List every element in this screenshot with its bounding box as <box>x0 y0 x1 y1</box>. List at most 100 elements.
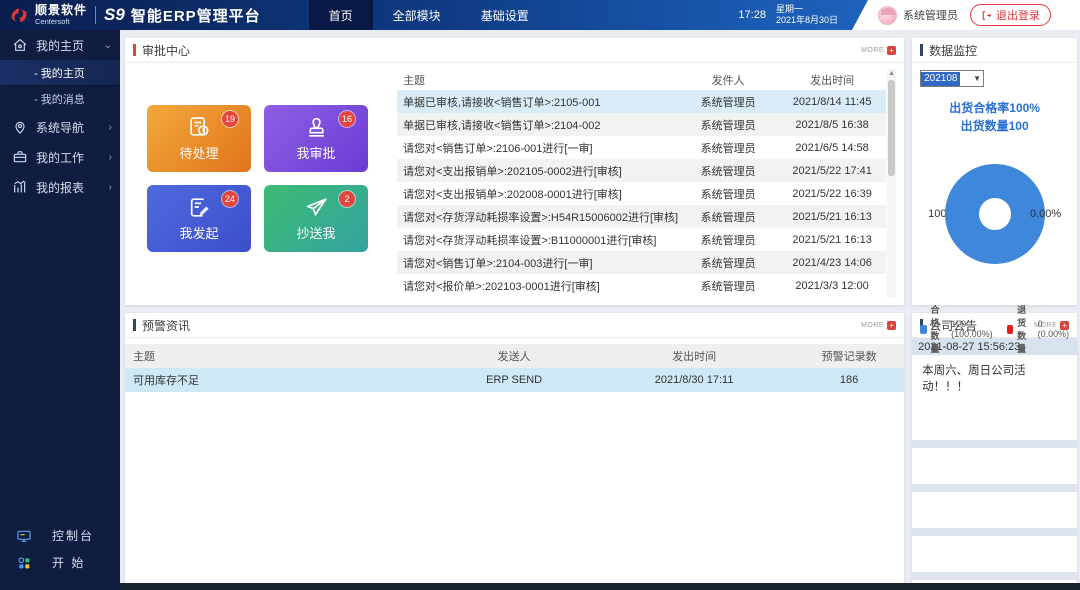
row-count: 186 <box>794 374 904 386</box>
row-time: 2021/5/21 16:13 <box>778 234 886 246</box>
badge-count: 19 <box>222 111 238 127</box>
more-plus-icon: + <box>887 46 896 55</box>
legend-item[interactable]: 退货数量 0 (0.00%) <box>1007 303 1070 355</box>
row-subject: 单据已审核,请接收<销售订单>:2105-001 <box>397 94 678 110</box>
sidebar-label: 我的主页 <box>36 37 84 54</box>
row-time: 2021/8/14 11:45 <box>778 96 886 108</box>
table-row[interactable]: 请您对<存货浮动耗损率设置>:H54R15006002进行[审核] 系统管理员 … <box>397 205 886 228</box>
logout-label: 退出登录 <box>996 7 1040 23</box>
chart-legend: 合格数量 100 (100.00%) 退货数量 0 (0.00%) <box>920 303 1069 355</box>
sidebar-item-start[interactable]: 开 始 <box>0 549 120 576</box>
legend-item[interactable]: 合格数量 100 (100.00%) <box>920 303 993 355</box>
sidebar-item-system-nav[interactable]: 系统导航 › <box>0 112 120 142</box>
sidebar-item-my-home[interactable]: 我的主页 ⌄ <box>0 30 120 60</box>
data-monitor-panel: 数据监控 202108 ▼ 出货合格率100% 出货数量100 100.00% … <box>912 38 1077 305</box>
logout-button[interactable]: 退出登录 <box>970 4 1051 26</box>
row-sender: 系统管理员 <box>678 232 778 248</box>
table-header: 主题 发送人 发出时间 预警记录数 <box>125 344 904 368</box>
nav-all-modules[interactable]: 全部模块 <box>373 0 461 30</box>
chevron-right-icon: › <box>109 122 112 133</box>
alert-rows: 可用库存不足 ERP SEND 2021/8/30 17:11 186 <box>125 368 904 392</box>
approval-rows: 单据已审核,请接收<销售订单>:2105-001 系统管理员 2021/8/14… <box>397 90 886 297</box>
badge-count: 24 <box>222 191 238 207</box>
header-accent <box>133 44 136 56</box>
tile-my-approvals[interactable]: 16 我审批 <box>264 105 368 172</box>
chevron-down-icon: ⌄ <box>104 40 112 51</box>
table-row[interactable]: 请您对<存货浮动耗损率设置>:B11000001进行[审核] 系统管理员 202… <box>397 228 886 251</box>
table-row[interactable]: 单据已审核,请接收<销售订单>:2104-002 系统管理员 2021/8/5 … <box>397 113 886 136</box>
table-row[interactable]: 可用库存不足 ERP SEND 2021/8/30 17:11 186 <box>125 368 904 392</box>
map-pin-icon <box>12 119 28 135</box>
row-sender: 系统管理员 <box>678 117 778 133</box>
sidebar-item-my-work[interactable]: 我的工作 › <box>0 142 120 172</box>
more-button[interactable]: MORE + <box>861 46 896 55</box>
table-row[interactable]: 请您对<销售订单>:2106-001进行[一审] 系统管理员 2021/6/5 … <box>397 136 886 159</box>
row-subject: 请您对<支出报销单>:202105-0002进行[审核] <box>397 163 678 179</box>
logo-title: 顺景软件 <box>35 4 87 16</box>
panel-title: 数据监控 <box>929 42 977 59</box>
scrollbar[interactable]: ▲ <box>887 69 896 297</box>
weekday: 星期一 <box>776 4 838 15</box>
table-row[interactable]: 单据已审核,请接收<销售订单>:2105-001 系统管理员 2021/8/14… <box>397 90 886 113</box>
row-sender: 系统管理员 <box>678 186 778 202</box>
row-sender: 系统管理员 <box>678 255 778 271</box>
donut-label-return: 0.00% <box>1030 208 1061 220</box>
divider <box>95 6 96 24</box>
app-logo: 顺景软件 Centersoft S9 智能ERP管理平台 <box>0 4 261 26</box>
tile-cc-to-me[interactable]: 2 抄送我 <box>264 185 368 252</box>
monitor-summary: 出货合格率100% 出货数量100 <box>920 99 1069 135</box>
more-button[interactable]: MORE + <box>861 321 896 330</box>
scroll-thumb[interactable] <box>888 80 895 176</box>
announcement-content: 本周六、周日公司活动！！！ <box>912 355 1077 404</box>
logo-subtitle: Centersoft <box>35 18 87 26</box>
table-row[interactable]: 请您对<报价单>:202103-0001进行[审核] 系统管理员 2021/3/… <box>397 274 886 297</box>
table-row[interactable]: 请您对<支出报销单>:202008-0001进行[审核] 系统管理员 2021/… <box>397 182 886 205</box>
sidebar-sub-my-home[interactable]: - 我的主页 <box>0 60 120 86</box>
nav-basic-settings[interactable]: 基础设置 <box>461 0 549 30</box>
more-label: MORE <box>861 47 884 54</box>
table-row[interactable]: 请您对<支出报销单>:202105-0002进行[审核] 系统管理员 2021/… <box>397 159 886 182</box>
table-row[interactable]: 请您对<销售订单>:2104-003进行[一审] 系统管理员 2021/4/23… <box>397 251 886 274</box>
period-select[interactable]: 202108 ▼ <box>920 70 984 87</box>
header-accent <box>920 44 923 56</box>
sidebar: 我的主页 ⌄ - 我的主页 - 我的消息 系统导航 › 我的工作 › 我的报表 … <box>0 30 120 590</box>
tile-label: 抄送我 <box>296 223 335 242</box>
user-area: 系统管理员 退出登录 <box>852 0 1080 30</box>
console-label: 控制台 <box>52 527 94 544</box>
more-plus-icon: + <box>887 321 896 330</box>
main-content: 审批中心 MORE + 19 待处理 16 我审批 <box>120 30 1080 583</box>
legend-value: 0 (0.00%) <box>1038 319 1070 339</box>
tile-initiated-by-me[interactable]: 24 我发起 <box>147 185 251 252</box>
row-subject: 请您对<销售订单>:2106-001进行[一审] <box>397 140 678 156</box>
chevron-right-icon: › <box>109 182 112 193</box>
row-time: 2021/8/30 17:11 <box>594 374 794 386</box>
tile-label: 我发起 <box>179 223 218 242</box>
sidebar-item-my-reports[interactable]: 我的报表 › <box>0 172 120 202</box>
sidebar-sub-my-messages[interactable]: - 我的消息 <box>0 86 120 112</box>
row-sender: 系统管理员 <box>678 94 778 110</box>
pass-rate-text: 出货合格率100% <box>920 99 1069 117</box>
todo-clock-icon <box>187 115 212 140</box>
top-bar: 顺景软件 Centersoft S9 智能ERP管理平台 首页 全部模块 基础设… <box>0 0 1080 30</box>
product-badge: S9 <box>104 5 125 25</box>
legend-value: 100 (100.00%) <box>951 319 993 339</box>
clock-date: 星期一 2021年8月30日 <box>776 4 838 27</box>
nav-home[interactable]: 首页 <box>309 0 373 30</box>
row-subject: 请您对<报价单>:202103-0001进行[审核] <box>397 278 678 294</box>
scroll-up-icon[interactable]: ▲ <box>887 69 896 79</box>
product-title: 智能ERP管理平台 <box>131 5 261 26</box>
start-icon <box>16 555 32 571</box>
date: 2021年8月30日 <box>776 15 838 26</box>
sidebar-item-console[interactable]: 控制台 <box>0 522 120 549</box>
logo-icon <box>8 4 30 26</box>
row-time: 2021/5/22 16:39 <box>778 188 886 200</box>
home-icon <box>12 37 28 53</box>
avatar[interactable] <box>878 6 897 25</box>
row-subject: 请您对<存货浮动耗损率设置>:B11000001进行[审核] <box>397 232 678 248</box>
tile-label: 我审批 <box>296 143 335 162</box>
badge-count: 2 <box>339 191 355 207</box>
chart-icon <box>12 179 28 195</box>
tile-pending[interactable]: 19 待处理 <box>147 105 251 172</box>
col-count: 预警记录数 <box>794 348 904 364</box>
start-label: 开 始 <box>52 554 85 571</box>
